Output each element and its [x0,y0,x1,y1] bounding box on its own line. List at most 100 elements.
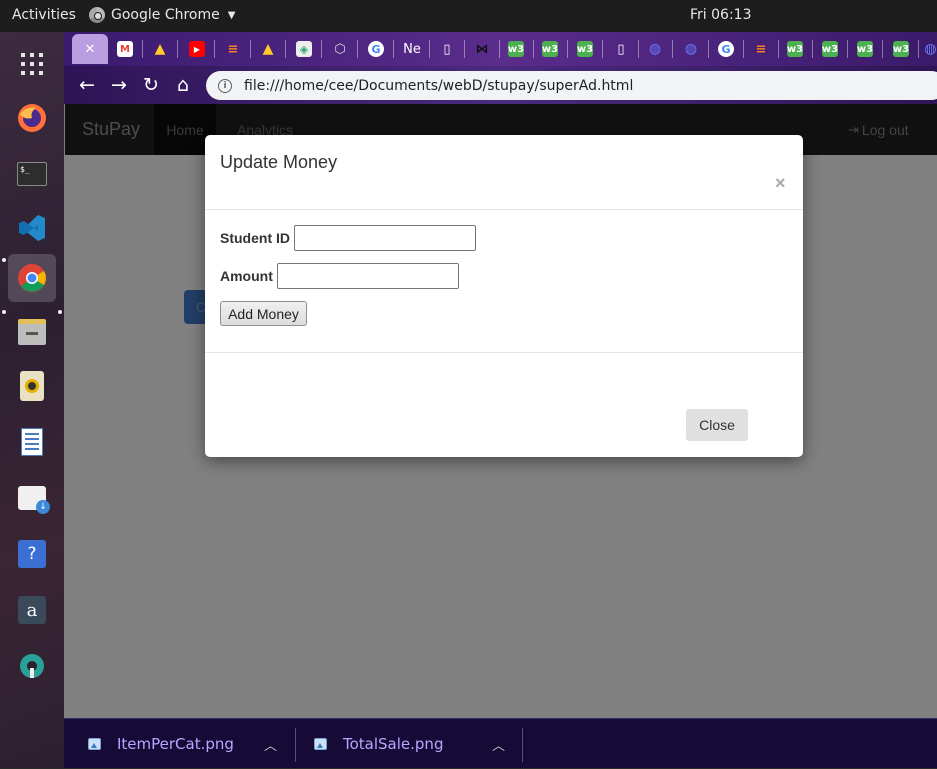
back-button[interactable]: ← [74,72,100,98]
youtube-icon: ▶ [189,41,205,57]
site-brand[interactable]: StuPay [82,119,140,140]
tab-w3schools[interactable]: w3 [505,34,527,64]
student-id-input[interactable] [294,225,476,251]
google-icon: G [368,41,384,57]
w3schools-icon: w3 [508,41,524,57]
tab-w3schools-3[interactable]: w3 [574,34,596,64]
running-indicator [58,310,62,314]
firebase-icon: ▲ [154,41,166,57]
tab-globe-2[interactable]: ◍ [680,34,702,64]
forward-button[interactable]: → [106,72,132,98]
tab-gmail[interactable]: M [114,34,136,64]
document-icon: ▯ [617,41,625,57]
gmail-icon: M [117,41,133,57]
download-filename: ItemPerCat.png [117,735,234,753]
tab-codepen[interactable]: ⬡ [329,34,351,64]
download-filename: TotalSale.png [343,735,444,753]
tab-document[interactable]: ▯ [436,34,458,64]
globe-icon: ◍ [648,41,662,57]
tab-strip: ✕ M ▲ ▶ ≡ ▲ ◈ ⬡ G Ne ▯ ⋈ w3 w3 w3 ▯ ◍ ◍ … [64,32,937,66]
update-money-modal: Update Money × Student ID Amount Add Mon… [205,135,803,457]
tab-firebase[interactable]: ▲ [149,34,171,64]
w3schools-icon: w3 [577,41,593,57]
close-button[interactable]: Close [686,409,748,441]
download-menu-button[interactable]: ︿ [492,719,505,769]
info-icon[interactable]: i [218,78,232,93]
tab-google-2[interactable]: G [715,34,737,64]
image-file-icon [88,738,101,750]
app-grid-icon[interactable] [8,40,56,88]
tab-globe-3[interactable]: ◍ [924,34,937,64]
tab-document-2[interactable]: ▯ [610,34,632,64]
terminal-icon[interactable]: $_ [8,150,56,198]
caret-down-icon: ▼ [227,9,236,21]
document-icon: ▯ [443,41,451,57]
help-icon[interactable]: ? [8,530,56,578]
tab-diamond[interactable]: ◈ [293,34,315,64]
vscode-icon[interactable] [8,204,56,252]
tab-firebase-2[interactable]: ▲ [257,34,279,64]
writer-icon[interactable] [8,418,56,466]
close-icon[interactable]: ✕ [85,42,96,57]
globe-icon: ◍ [924,41,937,57]
tab-w3schools-2[interactable]: w3 [539,34,561,64]
stackoverflow-icon: ≡ [755,41,767,57]
tab-w3schools-7[interactable]: w3 [890,34,912,64]
image-file-icon [314,738,327,750]
tab-w3schools-6[interactable]: w3 [854,34,876,64]
chrome-icon[interactable] [8,254,56,302]
home-button[interactable]: ⌂ [170,72,196,98]
firefox-icon[interactable] [8,94,56,142]
tab-active[interactable]: ✕ [72,34,108,64]
tab-youtube[interactable]: ▶ [186,34,208,64]
page-content: StuPay Home Analytics ⇥ Log out C Update… [64,104,937,718]
dock: $_ ↓ ? a [0,32,64,768]
app-menu[interactable]: Google Chrome ▼ [89,7,235,23]
software-icon[interactable]: ↓ [8,474,56,522]
google-icon: G [718,41,734,57]
chevron-up-icon: ︿ [264,738,278,754]
logout-link[interactable]: ⇥ Log out [848,122,909,138]
tab-title: Ne [403,41,421,57]
modal-close-icon[interactable]: × [775,173,786,194]
reload-button[interactable]: ↻ [138,72,164,98]
w3schools-icon: w3 [542,41,558,57]
running-indicator [2,310,6,314]
download-item[interactable]: TotalSale.png [314,719,443,769]
w3schools-icon: w3 [857,41,873,57]
w3schools-icon: w3 [787,41,803,57]
running-indicator [2,258,6,262]
tab-w3schools-5[interactable]: w3 [819,34,841,64]
rhythmbox-icon[interactable] [8,362,56,410]
modal-divider [205,352,803,353]
files-icon[interactable] [8,308,56,356]
activities-button[interactable]: Activities [12,7,76,23]
download-menu-button[interactable]: ︿ [264,719,277,769]
tab-bowtie[interactable]: ⋈ [471,34,493,64]
add-money-button[interactable]: Add Money [220,301,307,326]
amount-input[interactable] [277,263,459,289]
clock[interactable]: Fri 06:13 [690,7,751,23]
w3schools-icon: w3 [822,41,838,57]
app-name: Google Chrome [111,7,220,23]
diamond-icon: ◈ [296,41,312,57]
modal-divider [205,209,803,210]
tab-stackoverflow[interactable]: ≡ [222,34,244,64]
amazon-icon[interactable]: a [8,586,56,634]
logout-icon: ⇥ [848,122,859,137]
tab-globe[interactable]: ◍ [644,34,666,64]
globe-icon: ◍ [684,41,698,57]
top-bar: Activities Google Chrome ▼ Fri 06:13 [0,0,937,32]
settings-icon[interactable] [8,642,56,690]
download-item[interactable]: ItemPerCat.png [88,719,234,769]
address-bar[interactable]: i file:///home/cee/Documents/webD/stupay… [206,71,937,100]
logout-label: Log out [861,122,909,138]
tab-google[interactable]: G [365,34,387,64]
tab-new[interactable]: Ne [399,34,425,64]
chrome-icon [89,7,105,23]
tab-stackoverflow-2[interactable]: ≡ [750,34,772,64]
stackoverflow-icon: ≡ [227,41,239,57]
firebase-icon: ▲ [262,41,274,57]
tab-w3schools-4[interactable]: w3 [784,34,806,64]
browser-toolbar: ← → ↻ ⌂ i file:///home/cee/Documents/web… [64,66,937,104]
